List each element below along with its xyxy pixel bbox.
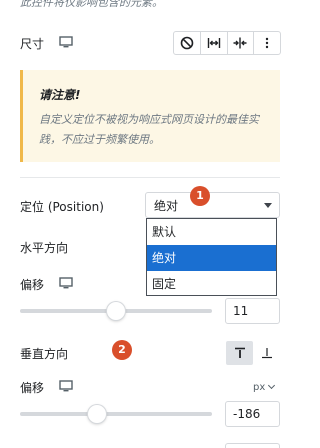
position-select[interactable]: 绝对 [145, 192, 280, 218]
warning-notice: 请注意! 自定义定位不被视为响应式网页设计的最佳实践，不应过于频繁使用。 [20, 70, 280, 162]
full-width-button[interactable] [201, 32, 228, 54]
desktop-icon[interactable] [59, 380, 73, 392]
size-label: 尺寸 [20, 37, 45, 51]
unit-select[interactable]: px [253, 381, 276, 393]
vertical-offset-label: 偏移 [20, 381, 45, 395]
desktop-icon[interactable] [59, 36, 73, 48]
divider [20, 177, 280, 178]
annotation-badge-1: 1 [190, 186, 210, 206]
section-hint: 此控件将仅影响包含的元素。 [20, 0, 163, 9]
unit-value: px [253, 382, 266, 393]
vertical-label: 垂直方向 [20, 347, 69, 361]
inline-icon [233, 37, 247, 49]
vertical-align-group [226, 341, 280, 365]
inline-button[interactable] [228, 32, 255, 54]
next-input[interactable] [225, 443, 280, 448]
position-dropdown: 默认 绝对 固定 [146, 218, 277, 296]
block-button[interactable] [174, 32, 201, 54]
align-bottom-button[interactable] [253, 341, 280, 365]
vertical-offset-slider[interactable] [20, 412, 212, 416]
align-bottom-icon [261, 348, 272, 359]
vertical-offset-input[interactable]: -186 [225, 401, 280, 427]
horizontal-offset-label: 偏移 [20, 278, 45, 292]
align-top-icon [234, 347, 245, 358]
full-width-icon [207, 38, 220, 48]
notice-title: 请注意! [39, 88, 81, 102]
desktop-icon[interactable] [59, 277, 73, 289]
position-select-value: 绝对 [154, 198, 179, 213]
more-vertical-icon [265, 37, 269, 49]
horizontal-slider-handle[interactable] [107, 302, 125, 320]
horizontal-label: 水平方向 [20, 241, 69, 255]
dropdown-option-default[interactable]: 默认 [147, 219, 276, 245]
position-label: 定位 (Position) [20, 200, 104, 214]
more-options-button[interactable] [254, 32, 280, 54]
chevron-down-icon [264, 203, 272, 208]
size-button-group [173, 31, 281, 55]
dropdown-option-fixed[interactable]: 固定 [147, 271, 276, 297]
notice-body: 自定义定位不被视为响应式网页设计的最佳实践，不应过于频繁使用。 [39, 113, 259, 146]
vertical-slider-handle[interactable] [87, 405, 106, 423]
block-icon [180, 36, 194, 50]
chevron-down-icon [268, 381, 276, 390]
dropdown-option-absolute[interactable]: 绝对 [147, 245, 276, 271]
annotation-badge-2: 2 [112, 340, 132, 360]
horizontal-offset-input[interactable]: 11 [225, 298, 280, 324]
align-top-button[interactable] [226, 341, 253, 365]
